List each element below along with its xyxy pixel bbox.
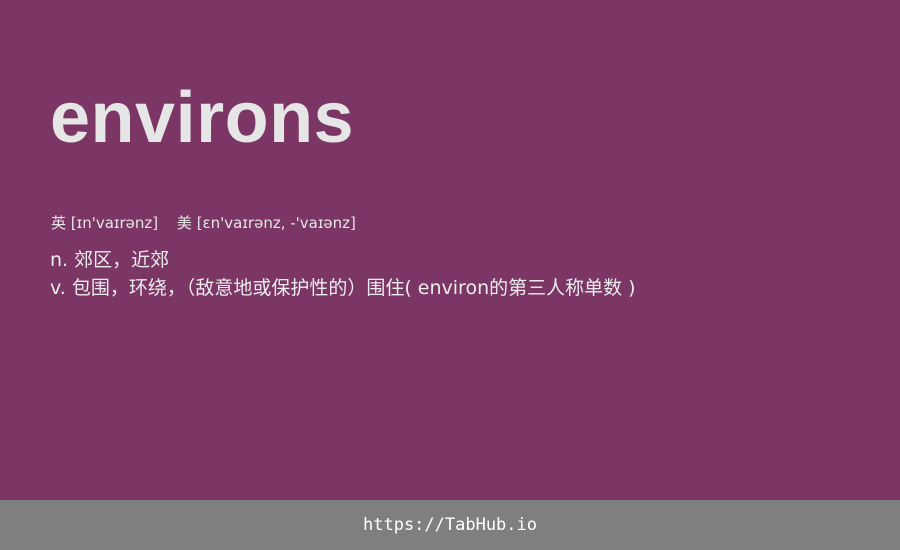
pronunciation-row: 英 [ɪn'vaɪrənz] 美 [ɛn'vaɪrənz, -'vaɪənz] <box>51 212 370 234</box>
pronunciation-us: 美 [ɛn'vaɪrənz, -'vaɪənz] <box>177 212 356 234</box>
footer-link[interactable]: https://TabHub.io <box>363 515 537 535</box>
definition-verb: v. 包围，环绕，（敌意地或保护性的）围住( environ的第三人称单数 ) <box>50 277 636 299</box>
word-card: environs 英 [ɪn'vaɪrənz] 美 [ɛn'vaɪrənz, -… <box>0 0 900 500</box>
uk-ipa: [ɪn'vaɪrənz] <box>70 214 159 232</box>
word-title: environs <box>50 78 355 158</box>
definitions: n. 郊区，近郊 v. 包围，环绕，（敌意地或保护性的）围住( environ的… <box>50 246 636 302</box>
us-ipa: [ɛn'vaɪrənz, -'vaɪənz] <box>196 214 356 232</box>
pronunciation-uk: 英 [ɪn'vaɪrənz] <box>51 212 158 234</box>
us-label: 美 <box>176 214 192 232</box>
footer-bar: https://TabHub.io <box>0 500 900 550</box>
definition-noun: n. 郊区，近郊 <box>50 249 170 271</box>
uk-label: 英 <box>51 214 67 232</box>
